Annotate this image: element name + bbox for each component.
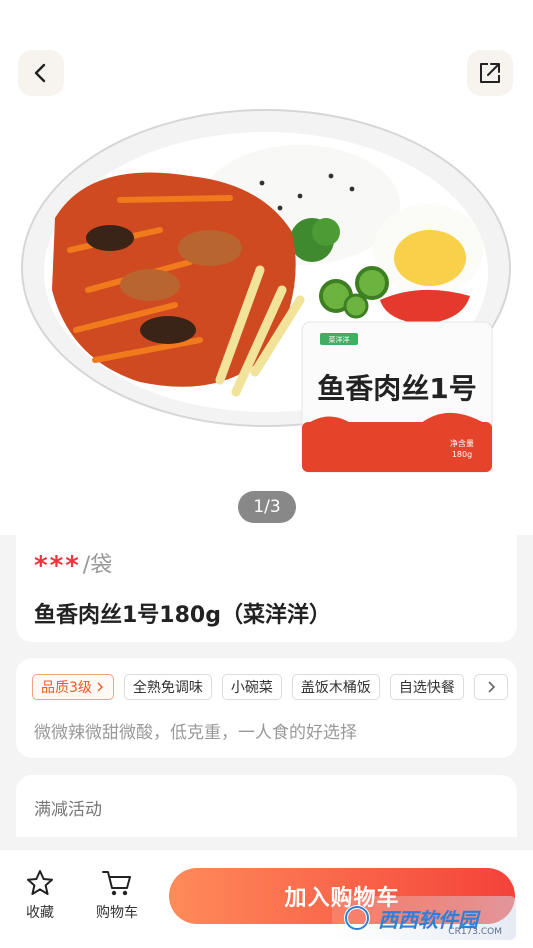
promo-label: 满减活动 — [34, 800, 102, 820]
cart-label: 购物车 — [96, 905, 138, 921]
tag-item[interactable]: 自选快餐 — [389, 674, 464, 700]
image-counter: 1/3 — [238, 491, 296, 523]
tag-item[interactable]: 全熟免调味 — [123, 674, 212, 700]
egg-yolk — [394, 230, 466, 286]
watermark-logo-icon — [344, 905, 370, 931]
product-photo: 菜洋洋 鱼香肉丝1号 净含量 180g — [21, 109, 511, 473]
wood-ear — [86, 225, 134, 251]
sesame — [297, 193, 303, 199]
more-tags-button[interactable] — [473, 674, 508, 700]
okra — [355, 266, 389, 300]
watermark-sub: CR173.COM — [448, 927, 502, 937]
tag-item[interactable]: 盖饭木桶饭 — [291, 674, 380, 700]
wood-ear — [140, 316, 196, 344]
package-name: 鱼香肉丝1号 — [317, 372, 476, 405]
product-package: 菜洋洋 鱼香肉丝1号 净含量 180g — [301, 321, 493, 473]
tags-card: 品质3级 全熟免调味 小碗菜 盖饭木桶饭 自选快餐 微微辣微甜微酸，低克重，一人… — [16, 658, 517, 758]
chevron-right-icon — [97, 682, 103, 692]
pork-slice — [178, 230, 242, 266]
product-image-gallery[interactable]: 菜洋洋 鱼香肉丝1号 净含量 180g 1/3 — [0, 0, 533, 535]
price-value: *** — [34, 551, 81, 581]
favorite-button[interactable]: 收藏 — [20, 868, 60, 922]
broccoli — [312, 218, 340, 246]
cart-button[interactable]: 购物车 — [92, 868, 142, 922]
favorite-label: 收藏 — [26, 905, 54, 921]
tags-row: 品质3级 全熟免调味 小碗菜 盖饭木桶饭 自选快餐 — [32, 674, 508, 700]
star-icon — [27, 870, 53, 895]
promo-card[interactable]: 满减活动 — [16, 775, 517, 837]
sesame — [259, 180, 265, 186]
product-title: 鱼香肉丝1号180g（菜洋洋） — [34, 603, 331, 628]
package-net-value: 180g — [452, 450, 472, 459]
tag-item[interactable]: 小碗菜 — [221, 674, 282, 700]
share-button[interactable] — [467, 50, 513, 96]
back-button[interactable] — [18, 50, 64, 96]
quality-tag[interactable]: 品质3级 — [32, 674, 114, 700]
sesame — [328, 173, 334, 179]
share-icon — [480, 63, 500, 83]
chevron-left-icon — [34, 63, 46, 83]
package-net-label: 净含量 — [450, 438, 474, 448]
price-unit: /袋 — [82, 553, 113, 578]
price-card: *** /袋 鱼香肉丝1号180g（菜洋洋） — [16, 535, 517, 642]
pork-slice — [120, 269, 180, 301]
sesame — [349, 186, 355, 192]
package-brand: 菜洋洋 — [329, 335, 350, 344]
chevron-right-icon — [488, 681, 496, 693]
watermark: 西西软件园 CR173.COM — [332, 896, 516, 940]
okra — [343, 293, 369, 319]
product-description: 微微辣微甜微酸，低克重，一人食的好选择 — [34, 723, 357, 743]
sesame — [277, 205, 283, 211]
cart-icon — [102, 871, 131, 896]
quality-tag-label: 品质3级 — [41, 680, 92, 696]
price-row: *** /袋 — [34, 553, 112, 579]
